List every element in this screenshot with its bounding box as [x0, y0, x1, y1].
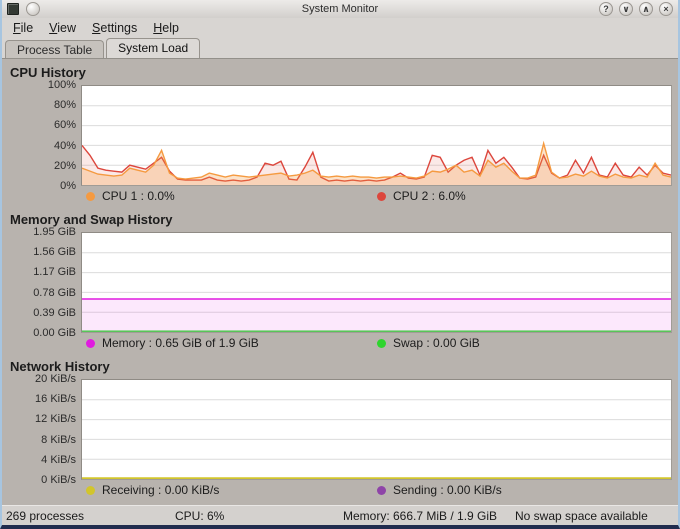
- legend-item-receiving: Receiving : 0.00 KiB/s: [86, 483, 219, 497]
- swap-legend-label: Swap : 0.00 GiB: [393, 336, 480, 350]
- network-y-axis: 20 KiB/s 16 KiB/s 12 KiB/s 8 KiB/s 4 KiB/s 0 …: [2, 373, 81, 486]
- axis-tick-label: 20 KiB/s: [35, 373, 76, 385]
- menu-item-help[interactable]: Help: [145, 19, 187, 37]
- legend-item-sending: Sending : 0.00 KiB/s: [377, 483, 502, 497]
- help-button[interactable]: ?: [599, 2, 613, 16]
- axis-tick-label: 0.39 GiB: [33, 306, 76, 319]
- network-chart-canvas: [82, 380, 671, 479]
- axis-tick-label: 60%: [53, 119, 76, 132]
- system-load-page: CPU History 100% 80% 60% 40% 20% 0% CPU 1 : 0…: [2, 59, 678, 505]
- section-title-cpu: CPU History: [10, 65, 86, 80]
- sending-color-dot: [377, 485, 386, 495]
- shade-button[interactable]: ∨: [619, 2, 633, 16]
- legend-item-swap: Swap : 0.00 GiB: [377, 336, 480, 350]
- section-title-network: Network History: [10, 359, 110, 374]
- cpu-history-section: CPU History 100% 80% 60% 40% 20% 0% CPU 1 : 0…: [2, 65, 678, 206]
- legend-item-cpu1: CPU 1 : 0.0%: [86, 189, 175, 203]
- memory-legend: Memory : 0.65 GiB of 1.9 GiB Swap : 0.00…: [2, 333, 678, 353]
- cpu-y-axis: 100% 80% 60% 40% 20% 0%: [2, 79, 81, 192]
- cpu1-color-dot: [86, 191, 95, 201]
- swap-color-dot: [377, 338, 386, 348]
- axis-tick-label: 12 KiB/s: [35, 413, 76, 426]
- sending-legend-label: Sending : 0.00 KiB/s: [393, 483, 502, 497]
- axis-tick-label: 100%: [47, 79, 76, 91]
- legend-item-cpu2: CPU 2 : 6.0%: [377, 189, 466, 203]
- legend-item-memory: Memory : 0.65 GiB of 1.9 GiB: [86, 336, 259, 350]
- network-history-section: Network History 20 KiB/s 16 KiB/s 12 KiB/s…: [2, 359, 678, 500]
- menubar: File View Settings Help: [2, 18, 678, 38]
- statusbar: 269 processes CPU: 6% Memory: 666.7 MiB …: [2, 505, 678, 525]
- status-processes: 269 processes: [6, 509, 85, 523]
- maximize-button[interactable]: ∧: [639, 2, 653, 16]
- cpu-history-chart: [81, 85, 672, 186]
- status-swap: No swap space available: [515, 509, 648, 523]
- axis-tick-label: 1.95 GiB: [33, 226, 76, 238]
- system-monitor-window: System Monitor ? ∨ ∧ × File View Setting…: [0, 0, 680, 529]
- memory-legend-label: Memory : 0.65 GiB of 1.9 GiB: [102, 336, 259, 350]
- status-cpu: CPU: 6%: [175, 509, 225, 523]
- cpu2-legend-label: CPU 2 : 6.0%: [393, 189, 466, 203]
- memory-y-axis: 1.95 GiB 1.56 GiB 1.17 GiB 0.78 GiB 0.39 GiB…: [2, 226, 81, 339]
- tabbar: Process Table System Load: [2, 38, 678, 59]
- axis-tick-label: 80%: [53, 99, 76, 112]
- axis-tick-label: 16 KiB/s: [35, 393, 76, 406]
- receiving-color-dot: [86, 485, 95, 495]
- close-button[interactable]: ×: [659, 2, 673, 16]
- cpu2-color-dot: [377, 191, 386, 201]
- axis-tick-label: 20%: [53, 159, 76, 172]
- tab-process-table[interactable]: Process Table: [5, 40, 105, 58]
- memory-chart-canvas: [82, 233, 671, 332]
- window-title: System Monitor: [301, 3, 379, 15]
- network-history-chart: [81, 379, 672, 480]
- axis-tick-label: 1.17 GiB: [33, 266, 76, 279]
- memory-swap-section: Memory and Swap History 1.95 GiB 1.56 GiB…: [2, 212, 678, 353]
- tab-system-load[interactable]: System Load: [106, 38, 201, 58]
- status-memory: Memory: 666.7 MiB / 1.9 GiB: [343, 509, 498, 523]
- menu-item-view[interactable]: View: [41, 19, 84, 37]
- axis-tick-label: 0.78 GiB: [33, 286, 76, 299]
- titlebar[interactable]: System Monitor ? ∨ ∧ ×: [2, 0, 678, 18]
- memory-color-dot: [86, 338, 95, 348]
- cpu-legend: CPU 1 : 0.0% CPU 2 : 6.0%: [2, 186, 678, 206]
- axis-tick-label: 4 KiB/s: [41, 453, 76, 466]
- cpu-chart-canvas: [82, 86, 671, 185]
- menu-item-file[interactable]: File: [5, 19, 41, 37]
- memory-swap-chart: [81, 232, 672, 333]
- menu-item-settings[interactable]: Settings: [84, 19, 145, 37]
- axis-tick-label: 40%: [53, 139, 76, 152]
- network-legend: Receiving : 0.00 KiB/s Sending : 0.00 Ki…: [2, 480, 678, 500]
- receiving-legend-label: Receiving : 0.00 KiB/s: [102, 483, 220, 497]
- axis-tick-label: 8 KiB/s: [41, 433, 76, 446]
- cpu1-legend-label: CPU 1 : 0.0%: [102, 189, 175, 203]
- axis-tick-label: 1.56 GiB: [33, 246, 76, 259]
- section-title-memory: Memory and Swap History: [10, 212, 173, 227]
